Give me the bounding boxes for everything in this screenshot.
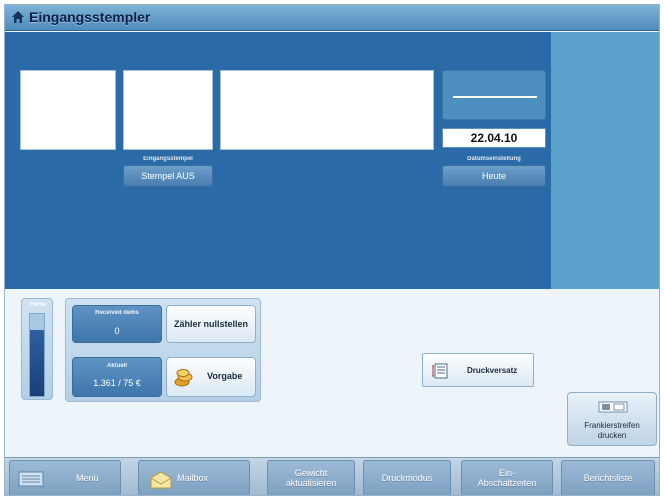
stamp-preview-area: Eingangsstempel Stempel AUS 22.04.10 Dat… xyxy=(5,32,551,289)
stage-side-panel xyxy=(551,32,659,289)
stamp-toggle-label: Stempel AUS xyxy=(141,171,195,181)
preset-button[interactable]: Vorgabe xyxy=(166,357,256,397)
reset-counter-label: Zähler nullstellen xyxy=(173,319,249,329)
stamp-toggle-button[interactable]: Stempel AUS xyxy=(123,165,213,187)
counter-panel: Received items 0 Zähler nullstellen Aktu… xyxy=(65,298,261,402)
nav-mailbox-button[interactable]: Mailbox xyxy=(138,460,250,495)
print-strip-label-1: Frankierstreifen xyxy=(584,421,640,430)
print-offset-icon xyxy=(432,363,448,379)
home-icon[interactable] xyxy=(11,10,25,24)
received-items-label: Received items xyxy=(95,310,139,316)
current-value-box: Aktuell 1.361 / 75 € xyxy=(72,357,162,397)
preview-box-stamp xyxy=(123,70,213,150)
date-caption: Datumseinstellung xyxy=(467,156,521,162)
nav-on-off-times-button[interactable]: Ein- Abschaltzeiten xyxy=(461,460,553,495)
nav-on-off-times-label-1: Ein- xyxy=(498,468,515,478)
received-items-value: 0 xyxy=(114,326,120,336)
date-display-panel xyxy=(442,70,546,120)
menu-list-icon xyxy=(18,471,44,487)
print-strip-button[interactable]: Frankierstreifen drucken xyxy=(567,392,657,446)
nav-report-list-button[interactable]: Berichtsliste xyxy=(561,460,655,495)
date-today-label: Heute xyxy=(481,171,507,181)
ink-panel: Farbe xyxy=(21,298,53,400)
coins-icon xyxy=(174,369,193,387)
window-title: Eingangsstempler xyxy=(29,9,151,25)
ink-level-bar xyxy=(29,313,45,397)
nav-on-off-times-label-2: Abschaltzeiten xyxy=(477,478,537,488)
received-items-box: Received items 0 xyxy=(72,305,162,343)
print-offset-button[interactable]: Druckversatz xyxy=(422,353,534,387)
stamp-caption: Eingangsstempel xyxy=(143,156,193,162)
date-value: 22.04.10 xyxy=(442,128,546,148)
ink-label: Farbe xyxy=(29,302,47,308)
nav-mailbox-label: Mailbox xyxy=(177,473,209,483)
nav-update-weight-button[interactable]: Gewicht aktualisieren xyxy=(267,460,355,495)
preview-box-text xyxy=(220,70,434,150)
date-today-button[interactable]: Heute xyxy=(442,165,546,187)
nav-menu-label: Menü xyxy=(76,473,99,483)
preset-label: Vorgabe xyxy=(207,371,243,381)
current-value: 1.361 / 75 € xyxy=(93,378,141,388)
app-window: Eingangsstempler Eingangsstempel Stempel… xyxy=(4,4,660,496)
preview-box-1 xyxy=(20,70,116,150)
nav-report-list-label: Berichtsliste xyxy=(583,473,633,483)
print-strip-icon xyxy=(598,401,628,413)
nav-update-weight-label-1: Gewicht xyxy=(294,468,328,478)
date-line xyxy=(453,96,537,98)
current-label: Aktuell xyxy=(106,363,127,369)
ink-level-fill xyxy=(30,330,44,396)
mailbox-icon xyxy=(150,471,172,489)
print-strip-label-2: drucken xyxy=(597,431,627,440)
nav-menu-button[interactable]: Menü xyxy=(9,460,121,495)
title-bar: Eingangsstempler xyxy=(5,5,659,31)
nav-print-mode-label: Druckmodus xyxy=(381,473,433,483)
bottom-navigation: Menü Mailbox Gewicht aktualisieren Druck… xyxy=(5,457,659,495)
nav-print-mode-button[interactable]: Druckmodus xyxy=(363,460,451,495)
nav-update-weight-label-2: aktualisieren xyxy=(285,478,337,488)
print-offset-label: Druckversatz xyxy=(467,366,518,375)
reset-counter-button[interactable]: Zähler nullstellen xyxy=(166,305,256,343)
